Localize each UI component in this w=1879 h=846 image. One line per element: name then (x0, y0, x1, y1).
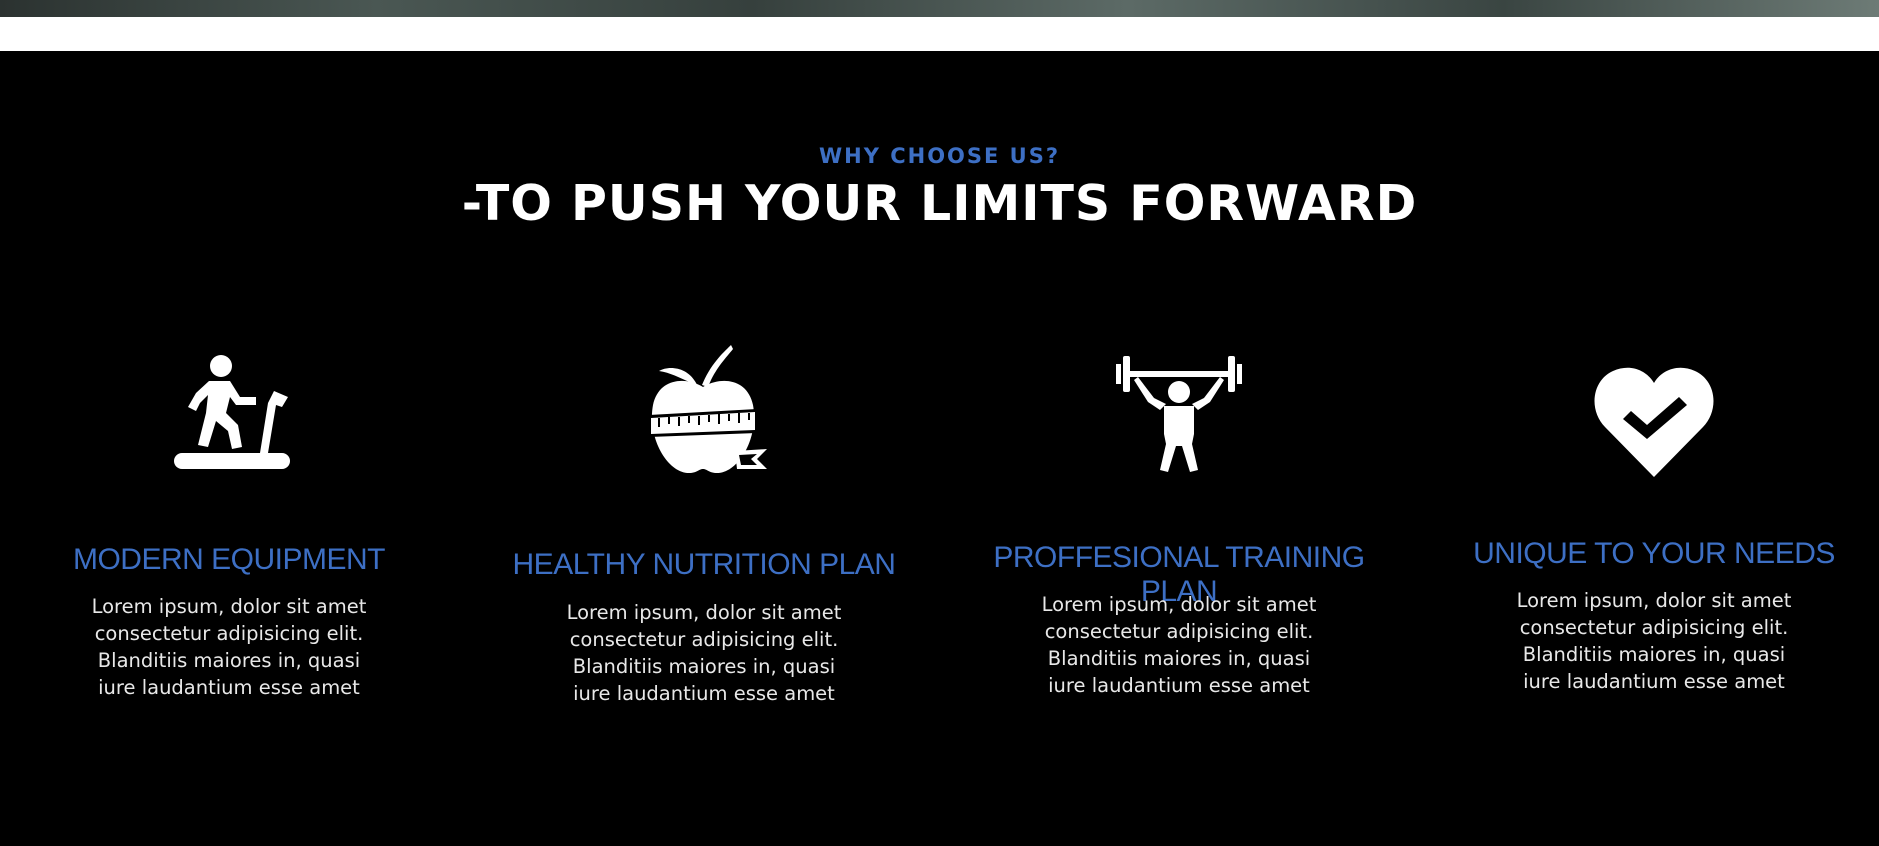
feature-title: UNIQUE TO YOUR NEEDS (1473, 537, 1835, 570)
feature-card-modern-equipment: MODERN EQUIPMENT Lorem ipsum, dolor sit … (19, 51, 439, 846)
feature-card-unique-to-your-needs: UNIQUE TO YOUR NEEDS Lorem ipsum, dolor … (1444, 51, 1864, 846)
heart-check-icon (1594, 367, 1714, 477)
feature-description: Lorem ipsum, dolor sit amet consectetur … (566, 601, 842, 705)
treadmill-icon (174, 355, 290, 469)
feature-card-proffesional-training-plan: PROFFESIONAL TRAINING PLAN Lorem ipsum, … (969, 51, 1389, 846)
feature-description: Lorem ipsum, dolor sit amet consectetur … (1516, 589, 1792, 693)
feature-title: HEALTHY NUTRITION PLAN (512, 548, 896, 581)
feature-description: Lorem ipsum, dolor sit amet consectetur … (91, 595, 367, 699)
weightlifter-icon (1116, 356, 1242, 472)
hero-image-strip (0, 0, 1879, 17)
divider-band (0, 17, 1879, 51)
feature-description: Lorem ipsum, dolor sit amet consectetur … (1041, 593, 1317, 697)
why-choose-us-section: WHY CHOOSE US? -TO PUSH YOUR LIMITS FORW… (0, 51, 1879, 846)
feature-title: MODERN EQUIPMENT (72, 543, 386, 576)
apple-measuring-tape-icon (649, 345, 767, 473)
feature-card-healthy-nutrition-plan: HEALTHY NUTRITION PLAN Lorem ipsum, dolo… (494, 51, 914, 846)
